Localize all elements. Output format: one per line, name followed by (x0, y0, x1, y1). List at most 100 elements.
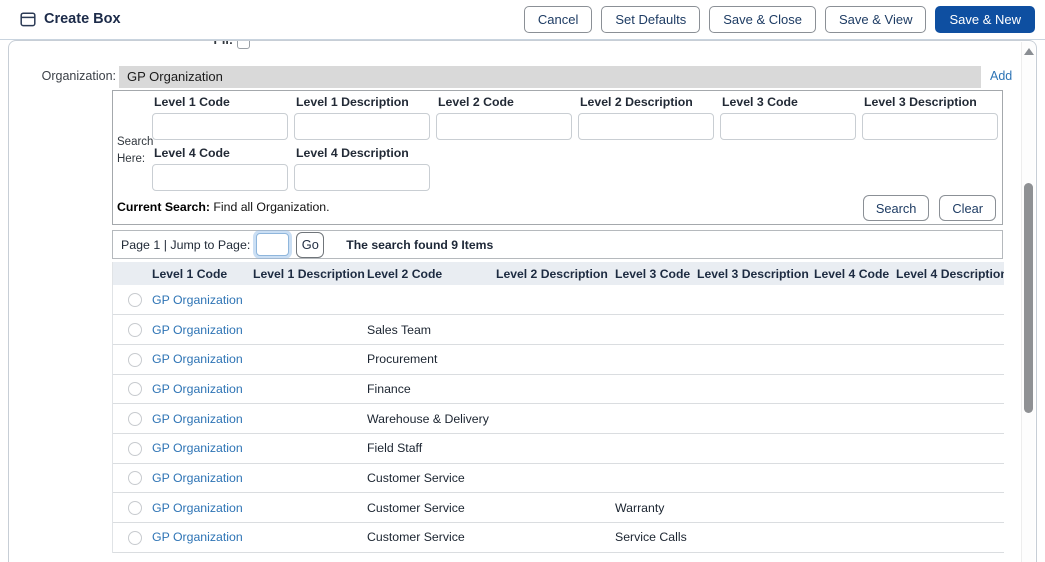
table-cell (614, 404, 696, 434)
search-field-input[interactable] (720, 113, 856, 140)
table-cell (252, 493, 366, 523)
current-search-label: Current Search: (117, 200, 210, 214)
org-row-link[interactable]: GP Organization (152, 323, 243, 337)
row-radio-button[interactable] (128, 501, 142, 515)
table-cell (495, 315, 614, 345)
results-body: GP Organization GP Organization Sales Team… (113, 285, 1004, 552)
table-cell: GP Organization (151, 374, 252, 404)
row-radio-button[interactable] (128, 382, 142, 396)
table-cell: GP Organization (151, 344, 252, 374)
scrollbar-thumb[interactable] (1024, 183, 1033, 413)
table-cell (895, 344, 1004, 374)
save-and-new-button[interactable]: Save & New (935, 6, 1035, 33)
search-field-input[interactable] (436, 113, 572, 140)
search-field: Level 4 Description (294, 146, 430, 191)
column-header: Level 3 Description (696, 262, 813, 285)
search-field: Level 1 Code (152, 95, 288, 140)
save-and-close-button[interactable]: Save & Close (709, 6, 816, 33)
search-field: Level 2 Description (578, 95, 714, 140)
org-row-link[interactable]: GP Organization (152, 382, 243, 396)
table-cell (614, 463, 696, 493)
table-cell: GP Organization (151, 493, 252, 523)
org-row-link[interactable]: GP Organization (152, 412, 243, 426)
search-button[interactable]: Search (863, 195, 930, 221)
table-cell (614, 315, 696, 345)
table-cell (696, 463, 813, 493)
search-result-count: The search found 9 Items (346, 238, 493, 252)
org-row-link[interactable]: GP Organization (152, 293, 243, 307)
table-cell (696, 344, 813, 374)
table-cell (495, 463, 614, 493)
org-row-link[interactable]: GP Organization (152, 441, 243, 455)
table-cell (813, 523, 895, 553)
org-row-link[interactable]: GP Organization (152, 501, 243, 515)
table-cell: Customer Service (366, 463, 495, 493)
row-radio-button[interactable] (128, 531, 142, 545)
table-row: GP Organization Customer Service (113, 463, 1004, 493)
row-radio-button[interactable] (128, 323, 142, 337)
column-header: Level 3 Code (614, 262, 696, 285)
table-cell (252, 433, 366, 463)
table-cell (366, 285, 495, 315)
create-box-form-panel: PII: Organization: GP Organization Add S… (8, 40, 1037, 562)
search-field-label: Level 3 Description (864, 95, 998, 110)
table-row: GP OrganizationProcurement (113, 344, 1004, 374)
org-row-link[interactable]: GP Organization (152, 352, 243, 366)
save-and-view-button[interactable]: Save & View (825, 6, 926, 33)
search-field: Level 3 Code (720, 95, 856, 140)
search-field-input[interactable] (294, 113, 430, 140)
column-header: Level 4 Code (813, 262, 895, 285)
table-row: GP OrganizationCustomer ServiceWarranty (113, 493, 1004, 523)
row-radio-button[interactable] (128, 412, 142, 426)
pii-label: PII: (169, 40, 233, 47)
row-radio-button[interactable] (128, 471, 142, 485)
search-field-input[interactable] (578, 113, 714, 140)
table-cell (696, 404, 813, 434)
table-cell: Warranty (614, 493, 696, 523)
row-radio-button[interactable] (128, 442, 142, 456)
current-search-text: Current Search: Find all Organization. (117, 200, 330, 214)
table-cell (614, 374, 696, 404)
column-header: Level 1 Description (252, 262, 366, 285)
org-row-link[interactable]: GP Organization (152, 471, 243, 485)
cancel-button[interactable]: Cancel (524, 6, 592, 33)
add-link[interactable]: Add (990, 69, 1012, 83)
table-row: GP OrganizationWarehouse & Delivery (113, 404, 1004, 434)
organization-value-bar: GP Organization (119, 66, 981, 88)
org-row-link[interactable]: GP Organization (152, 530, 243, 544)
set-defaults-button[interactable]: Set Defaults (601, 6, 700, 33)
clear-button[interactable]: Clear (939, 195, 996, 221)
radio-column-header (113, 262, 151, 285)
table-cell: Sales Team (366, 315, 495, 345)
search-field-input[interactable] (862, 113, 998, 140)
scroll-up-icon[interactable] (1024, 48, 1034, 55)
search-field: Level 4 Code (152, 146, 288, 191)
table-cell (895, 404, 1004, 434)
table-cell (495, 404, 614, 434)
box-icon (20, 12, 36, 27)
table-row: GP OrganizationCustomer ServiceService C… (113, 523, 1004, 553)
table-cell (895, 463, 1004, 493)
search-field-label: Level 1 Description (296, 95, 430, 110)
row-radio-button[interactable] (128, 293, 142, 307)
table-cell (495, 344, 614, 374)
column-header: Level 1 Code (151, 262, 252, 285)
table-cell (895, 285, 1004, 315)
search-field-input[interactable] (294, 164, 430, 191)
column-header: Level 2 Description (495, 262, 614, 285)
pagination-bar: Page 1 | Jump to Page: Go The search fou… (112, 230, 1003, 259)
search-field-label: Level 2 Description (580, 95, 714, 110)
vertical-scrollbar[interactable] (1021, 42, 1035, 562)
search-field-label: Level 1 Code (154, 95, 288, 110)
search-field-input[interactable] (152, 113, 288, 140)
table-cell (252, 404, 366, 434)
table-row: GP Organization (113, 285, 1004, 315)
jump-to-page-input[interactable] (256, 233, 289, 256)
table-cell: Customer Service (366, 523, 495, 553)
current-search-value: Find all Organization. (213, 200, 329, 214)
pii-checkbox[interactable] (237, 40, 250, 49)
row-radio-button[interactable] (128, 353, 142, 367)
table-cell (252, 463, 366, 493)
go-button[interactable]: Go (296, 232, 324, 258)
search-field-input[interactable] (152, 164, 288, 191)
